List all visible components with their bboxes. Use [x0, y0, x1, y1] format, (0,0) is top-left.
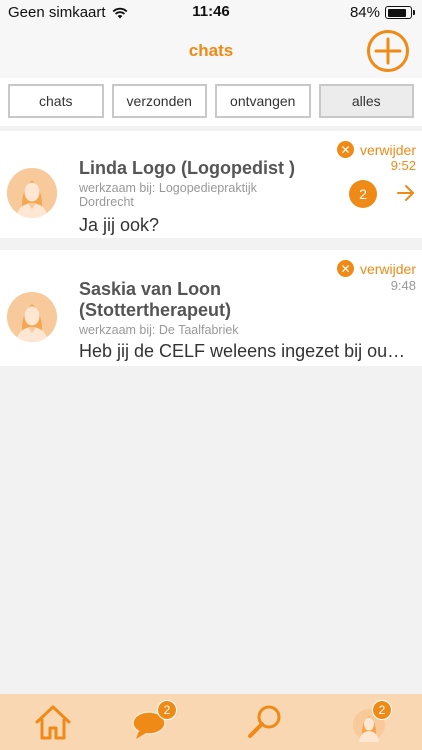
status-bar: Geen simkaart 11:46 84% — [0, 0, 422, 24]
chat-content: Saskia van Loon (Stottertherapeut) werkz… — [79, 279, 415, 362]
delete-label: verwijder — [359, 141, 416, 158]
chats-nav-item[interactable]: 2 — [131, 700, 177, 742]
profile-nav-item[interactable]: 2 — [352, 700, 394, 744]
home-icon[interactable] — [33, 702, 73, 742]
avatar — [7, 292, 57, 342]
tab-chats[interactable]: chats — [8, 84, 104, 118]
chats-nav-badge: 2 — [157, 700, 177, 720]
battery-status: 84% — [349, 4, 415, 21]
filter-tabs: chats verzonden ontvangen alles — [0, 78, 422, 126]
chat-list-item[interactable]: Linda Logo (Logopedist ) werkzaam bij: L… — [0, 131, 422, 238]
delete-button[interactable]: ✕ verwijder — [336, 141, 416, 158]
battery-percentage: 84% — [349, 4, 380, 21]
close-icon: ✕ — [336, 260, 354, 277]
contact-workplace: werkzaam bij: De Taalfabriek — [79, 323, 239, 337]
unread-badge: 2 — [349, 180, 377, 208]
close-icon: ✕ — [336, 141, 354, 158]
tab-verzonden[interactable]: verzonden — [111, 84, 207, 118]
message-time: 9:52 — [390, 158, 416, 173]
avatar — [7, 168, 57, 218]
plus-circle-icon[interactable] — [366, 29, 410, 73]
bottom-nav: 2 2 — [0, 694, 422, 750]
contact-name: Linda Logo (Logopedist ) — [79, 158, 295, 178]
tab-alles[interactable]: alles — [318, 84, 414, 118]
profile-nav-badge: 2 — [372, 700, 392, 720]
arrow-right-icon[interactable] — [396, 183, 416, 203]
tab-ontvangen[interactable]: ontvangen — [215, 84, 311, 118]
delete-label: verwijder — [359, 260, 416, 277]
delete-button[interactable]: ✕ verwijder — [336, 260, 416, 277]
last-message: Ja jij ook? — [79, 215, 160, 235]
page-title: chats — [188, 41, 234, 60]
last-message: Heb jij de CELF weleens ingezet bij oude… — [79, 341, 415, 361]
contact-name: Saskia van Loon (Stottertherapeut) — [79, 279, 231, 320]
message-time: 9:48 — [390, 278, 416, 293]
search-icon[interactable] — [245, 702, 285, 742]
contact-workplace: werkzaam bij: Logopediepraktijk Dordrech… — [79, 181, 257, 209]
chat-list-item[interactable]: Saskia van Loon (Stottertherapeut) werkz… — [0, 250, 422, 366]
nav-header: chats — [0, 24, 422, 78]
battery-icon — [385, 6, 415, 19]
